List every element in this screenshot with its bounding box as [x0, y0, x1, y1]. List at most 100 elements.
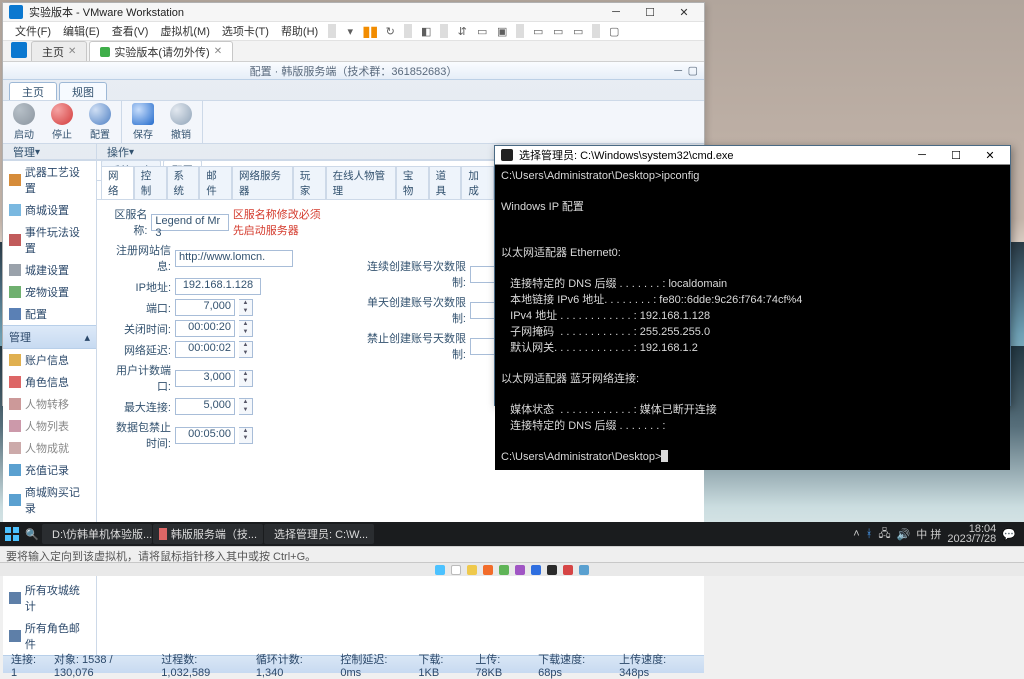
side-list[interactable]: 人物列表 [3, 415, 96, 437]
st-equip[interactable]: 道具 [429, 166, 462, 199]
tb-fullscreen-icon[interactable]: ▢ [606, 23, 622, 39]
tab-guest[interactable]: 实验版本(请勿外传)✕ [89, 41, 233, 61]
inp-delay[interactable]: 00:00:02 [175, 341, 235, 358]
vmware-titlebar[interactable]: 实验版本 - VMware Workstation ─ ☐ ✕ [3, 3, 704, 22]
st-player[interactable]: 玩家 [293, 166, 326, 199]
st-net[interactable]: 网络 [101, 166, 134, 199]
st-online[interactable]: 在线人物管理 [326, 166, 396, 199]
guest-maximize-icon[interactable]: ▢ [688, 64, 698, 77]
spin-shutdown[interactable]: ▲▼ [239, 320, 253, 337]
host-app6-icon[interactable] [579, 565, 589, 575]
st-sys[interactable]: 系统 [167, 166, 200, 199]
tray-notif-icon[interactable]: 💬 [1002, 528, 1016, 541]
st-bonus[interactable]: 加成 [461, 166, 494, 199]
side-account[interactable]: 账户信息 [3, 349, 96, 371]
side-siege[interactable]: 所有攻城统计 [3, 579, 96, 617]
tray-bt-icon[interactable]: ᚼ [866, 528, 873, 540]
tb-power-dropdown[interactable]: ▾ [342, 23, 358, 39]
host-app5-icon[interactable] [563, 565, 573, 575]
tb-usb-icon[interactable]: ⇵ [454, 23, 470, 39]
toolbar-group-manage[interactable]: 管理 [13, 144, 35, 160]
host-app3-icon[interactable] [515, 565, 525, 575]
guest-clock[interactable]: 18:042023/7/28 [947, 524, 996, 544]
inp-region[interactable]: Legend of Mr 3 [151, 214, 228, 231]
menu-vm[interactable]: 虚拟机(M) [156, 22, 214, 40]
vmware-menubar[interactable]: 文件(F) 编辑(E) 查看(V) 虚拟机(M) 选项卡(T) 帮助(H) ▾ … [3, 22, 704, 41]
start-icon[interactable] [2, 524, 22, 544]
cmd-minimize[interactable]: ─ [908, 146, 936, 164]
tray-vol-icon[interactable]: 🔊 [897, 528, 911, 541]
guest-taskbar[interactable]: 🔍 D:\仿韩单机体验版... 韩版服务端（技... 选择管理员: C:\W..… [0, 522, 1024, 546]
host-explorer-icon[interactable] [467, 565, 477, 575]
side-pet[interactable]: 宠物设置 [3, 281, 96, 303]
tb-snapshot-icon[interactable]: ◧ [418, 23, 434, 39]
tb-layout2-icon[interactable]: ▭ [550, 23, 566, 39]
side-mall[interactable]: 商城设置 [3, 199, 96, 221]
host-edge-icon[interactable] [531, 565, 541, 575]
st-ctrl[interactable]: 控制 [134, 166, 167, 199]
task-item-3[interactable]: 选择管理员: C:\W... [264, 524, 374, 544]
host-taskbar[interactable] [0, 562, 1024, 576]
tb-layout3-icon[interactable]: ▭ [570, 23, 586, 39]
cmd-maximize[interactable]: ☐ [942, 146, 970, 164]
st-nserver[interactable]: 网络服务器 [232, 166, 293, 199]
side-recharge[interactable]: 充值记录 [3, 459, 96, 481]
spin-delay[interactable]: ▲▼ [239, 341, 253, 358]
host-start-icon[interactable] [435, 565, 445, 575]
guest-titlebar[interactable]: 配置 · 韩版服务端（技术群：361852683） ─ ▢ [3, 62, 704, 80]
inp-site[interactable]: http://www.lomcn. [175, 250, 293, 267]
cmd-close[interactable]: ✕ [976, 146, 1004, 164]
cmd-titlebar[interactable]: 选择管理员: C:\Windows\system32\cmd.exe ─ ☐ ✕ [495, 146, 1010, 165]
side-event[interactable]: 事件玩法设置 [3, 221, 96, 259]
menu-file[interactable]: 文件(F) [11, 22, 55, 40]
side-transfer[interactable]: 人物转移 [3, 393, 96, 415]
side-city[interactable]: 城建设置 [3, 259, 96, 281]
side-weapon[interactable]: 武器工艺设置 [3, 161, 96, 199]
tray-up-icon[interactable]: ˄ [853, 528, 859, 540]
menu-tabs[interactable]: 选项卡(T) [218, 22, 273, 40]
task-item-2[interactable]: 韩版服务端（技... [153, 524, 263, 544]
gtab-main[interactable]: 主页 [9, 82, 57, 100]
close-button[interactable]: ✕ [670, 3, 698, 21]
tb-layout1-icon[interactable]: ▭ [530, 23, 546, 39]
spin-port[interactable]: ▲▼ [239, 299, 253, 316]
host-app2-icon[interactable] [499, 565, 509, 575]
host-app1-icon[interactable] [483, 565, 493, 575]
tb-reset-icon[interactable]: ↻ [382, 23, 398, 39]
inp-ip[interactable]: 192.168.1.128 [175, 278, 261, 295]
tb-screen-icon[interactable]: ▭ [474, 23, 490, 39]
side-role[interactable]: 角色信息 [3, 371, 96, 393]
btn-save[interactable]: 保存 [128, 103, 158, 141]
search-icon[interactable]: 🔍 [23, 525, 41, 543]
spin-maxuser[interactable]: ▲▼ [239, 398, 253, 415]
host-app4-icon[interactable] [547, 565, 557, 575]
st-mail[interactable]: 邮件 [199, 166, 232, 199]
btn-stop[interactable]: 停止 [47, 103, 77, 141]
cmd-output[interactable]: C:\Users\Administrator\Desktop>ipconfig … [495, 165, 1010, 470]
library-icon[interactable] [11, 42, 27, 58]
ime-lang[interactable]: 中 拼 [916, 526, 941, 542]
spin-userport[interactable]: ▲▼ [239, 370, 253, 387]
side-mallrec[interactable]: 商城购买记录 [3, 481, 96, 519]
inp-port[interactable]: 7,000 [175, 299, 235, 316]
close-icon[interactable]: ✕ [68, 46, 76, 57]
inp-ban[interactable]: 00:05:00 [175, 427, 235, 444]
inp-shutdown[interactable]: 00:00:20 [175, 320, 235, 337]
side-mail[interactable]: 所有角色邮件 [3, 617, 96, 655]
side-config[interactable]: 配置 [3, 303, 96, 325]
guest-tray[interactable]: ˄ ᚼ 🖧 🔊 中 拼 18:042023/7/28 💬 [853, 524, 1022, 544]
btn-config[interactable]: 配置 [85, 103, 115, 141]
side-header-manage[interactable]: 管理▴ [3, 325, 96, 349]
menu-help[interactable]: 帮助(H) [277, 22, 322, 40]
spin-ban[interactable]: ▲▼ [239, 427, 253, 444]
btn-undo[interactable]: 撤销 [166, 103, 196, 141]
maximize-button[interactable]: ☐ [636, 3, 664, 21]
inp-maxuser[interactable]: 5,000 [175, 398, 235, 415]
menu-view[interactable]: 查看(V) [108, 22, 153, 40]
menu-edit[interactable]: 编辑(E) [59, 22, 104, 40]
tb-pause-icon[interactable]: ▮▮ [362, 23, 378, 39]
minimize-button[interactable]: ─ [602, 3, 630, 21]
tray-net-icon[interactable]: 🖧 [878, 525, 890, 544]
tab-home[interactable]: 主页✕ [31, 41, 87, 61]
host-search-icon[interactable] [451, 565, 461, 575]
